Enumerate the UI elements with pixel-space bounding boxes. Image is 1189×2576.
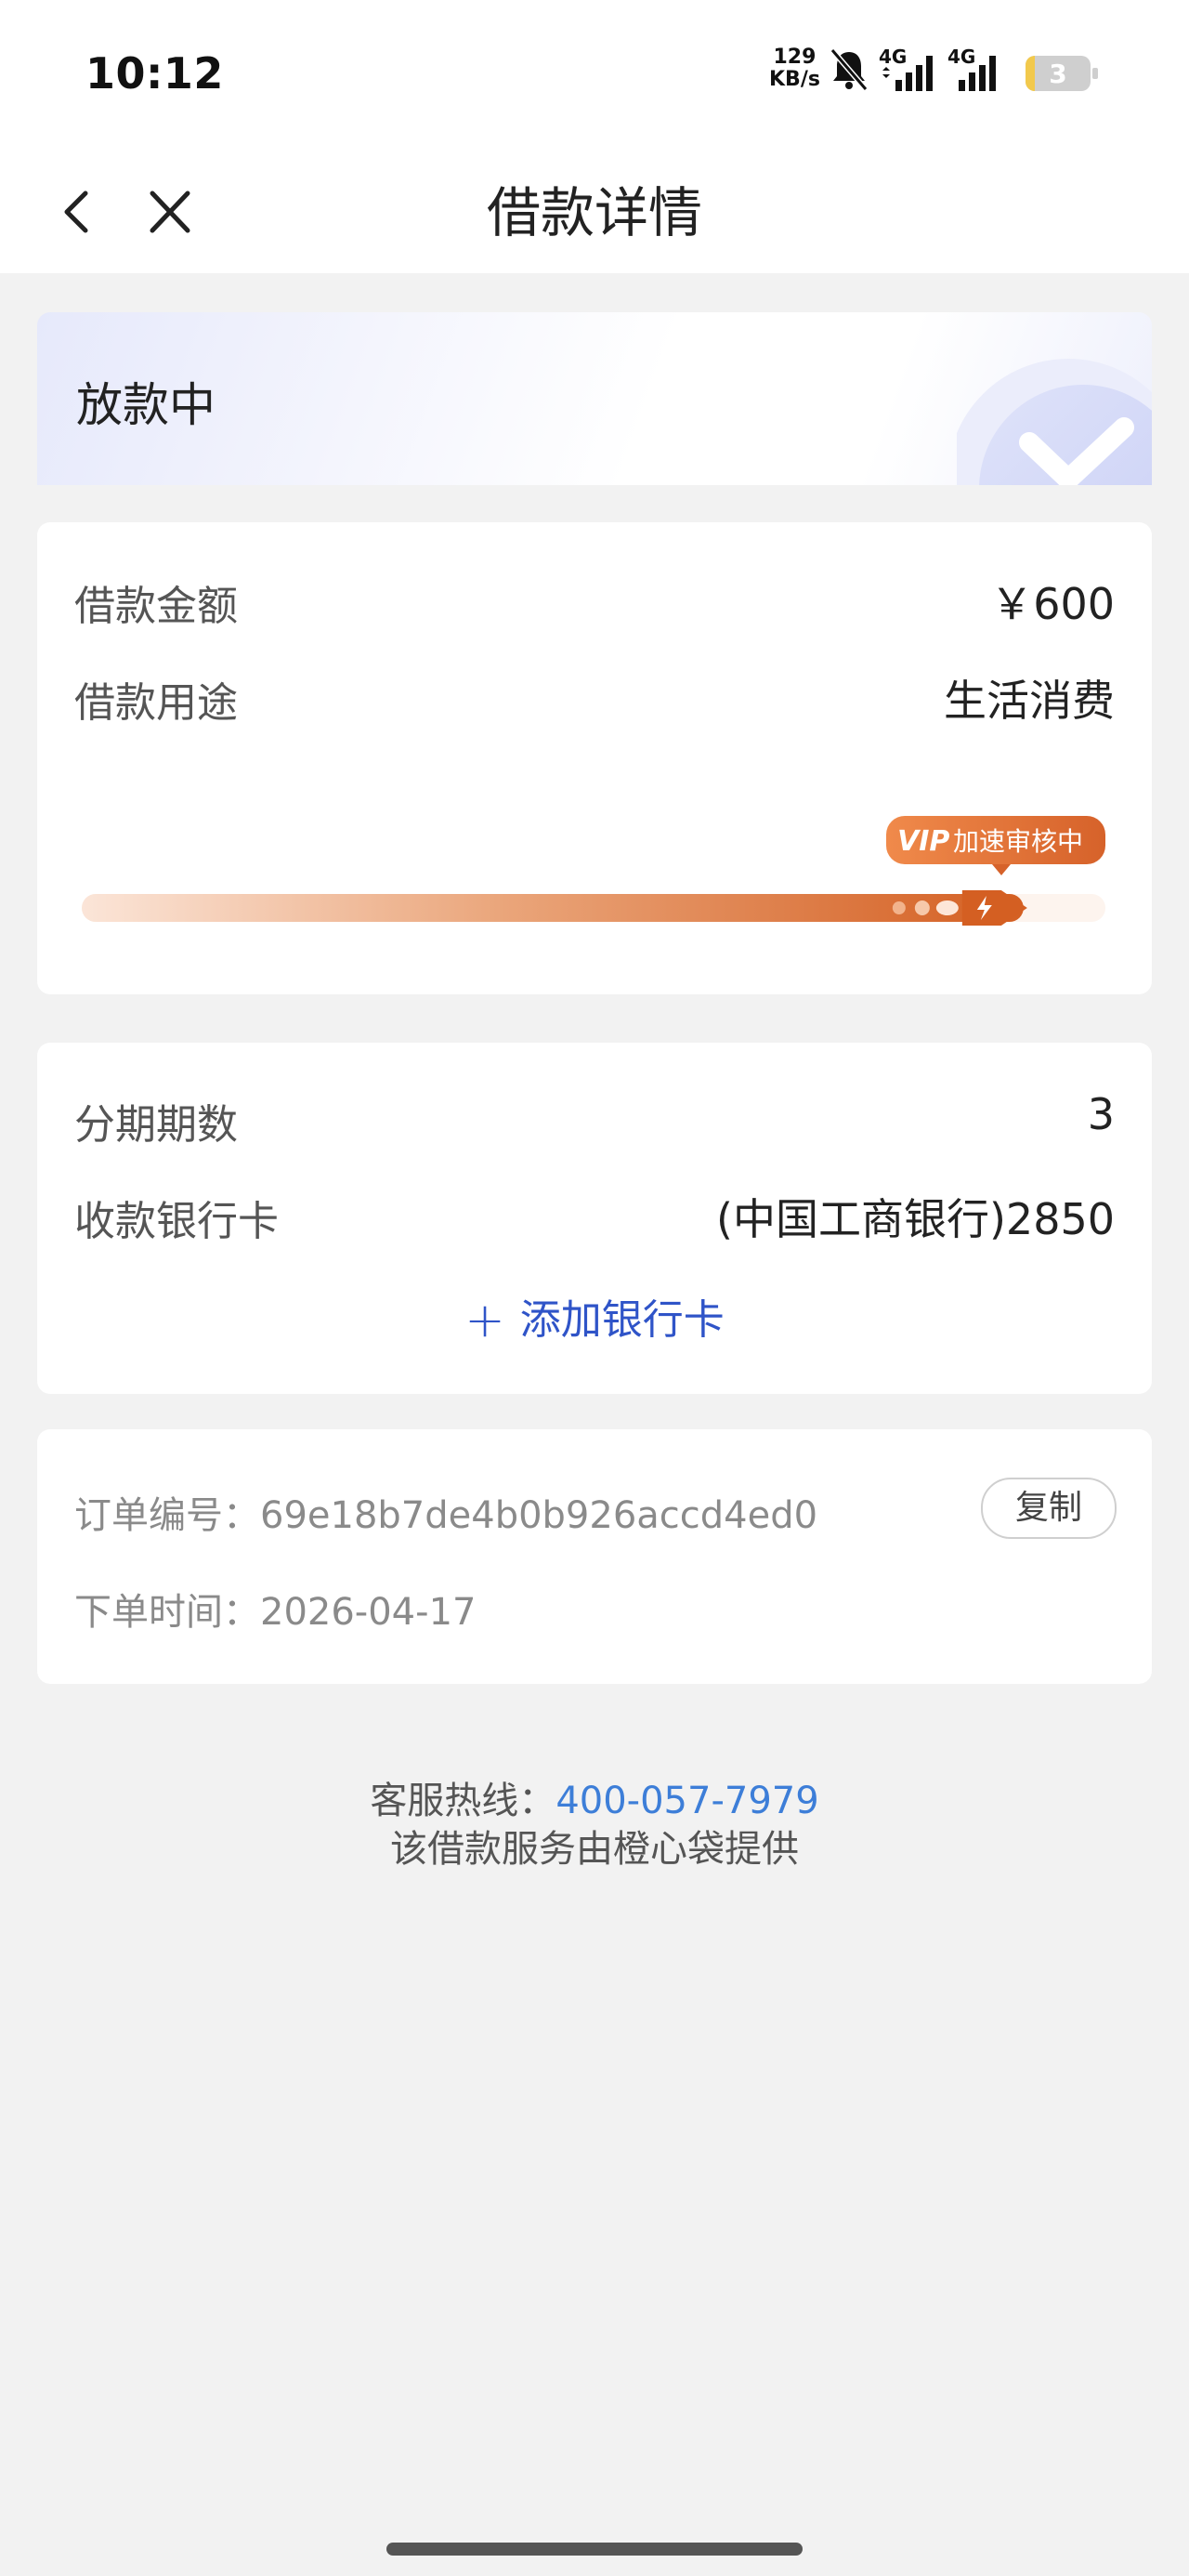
home-indicator [386, 2543, 803, 2556]
review-progress-bar: VIP 加速审核中 [82, 816, 1105, 926]
mute-bell-icon [830, 48, 869, 91]
status-time: 10:12 [85, 48, 224, 99]
purpose-label: 借款用途 [74, 679, 238, 727]
loan-amount-card: 借款金额 ￥600 借款用途 生活消费 VIP 加速审核中 [37, 522, 1152, 994]
order-number-label: 订单编号： [74, 1494, 260, 1537]
hotline-label: 客服热线： [370, 1780, 556, 1822]
order-time-row: 下单时间：2026-04-17 [74, 1582, 476, 1636]
copy-button[interactable]: 复制 [981, 1478, 1117, 1539]
net-speed-unit: KB/s [769, 68, 820, 91]
periods-value: 3 [1087, 1089, 1115, 1139]
footer: 客服热线：400-057-7979 该借款服务由橙心袋提供 [0, 1777, 1189, 1873]
check-circle-icon [957, 359, 1152, 485]
order-time-value: 2026-04-17 [260, 1591, 477, 1634]
bank-card-label: 收款银行卡 [74, 1198, 279, 1245]
add-bank-card-label: 添加银行卡 [519, 1296, 725, 1344]
add-bank-card-button[interactable]: + 添加银行卡 [37, 1286, 1152, 1348]
hotline-number[interactable]: 400-057-7979 [555, 1780, 818, 1822]
plus-icon: + [464, 1293, 505, 1348]
signal-2-label: 4G [947, 46, 975, 68]
amount-value: ￥600 [990, 579, 1115, 629]
purpose-value: 生活消费 [944, 676, 1115, 726]
hotline-row: 客服热线：400-057-7979 [0, 1777, 1189, 1825]
order-info-card: 订单编号：69e18b7de4b0b926accd4ed0 复制 下单时间：20… [37, 1429, 1152, 1684]
periods-label: 分期期数 [74, 1101, 238, 1149]
bank-card-value: (中国工商银行)2850 [716, 1194, 1115, 1244]
nav-bar: 借款详情 [0, 149, 1189, 273]
signal-4g-icon: 4G [879, 46, 933, 91]
installment-card: 分期期数 3 收款银行卡 (中国工商银行)2850 + 添加银行卡 [37, 1043, 1152, 1394]
loan-status-card: 放款中 [37, 312, 1152, 485]
progress-fill [82, 894, 1024, 922]
order-number-value: 69e18b7de4b0b926accd4ed0 [260, 1494, 818, 1537]
vip-status-text: 加速审核中 [953, 826, 1083, 857]
vip-badge: VIP 加速审核中 [886, 816, 1105, 875]
signal-4g-icon: 4G [947, 46, 996, 91]
signal-1-label: 4G [879, 46, 907, 68]
page-title: 借款详情 [486, 181, 702, 244]
provider-text: 该借款服务由橙心袋提供 [390, 1828, 799, 1871]
battery-level: 3 [1049, 59, 1067, 89]
net-speed: 129 KB/s [769, 46, 820, 91]
status-bar: 10:12 129 KB/s 4G 4G 3 [0, 0, 1189, 149]
net-speed-value: 129 [773, 46, 817, 69]
order-number-row: 订单编号：69e18b7de4b0b926accd4ed0 [74, 1485, 817, 1539]
battery-icon: 3 [1026, 56, 1098, 91]
order-time-label: 下单时间： [74, 1591, 260, 1634]
vip-label: VIP [897, 825, 949, 858]
amount-label: 借款金额 [74, 583, 238, 630]
loan-status-text: 放款中 [76, 378, 216, 432]
